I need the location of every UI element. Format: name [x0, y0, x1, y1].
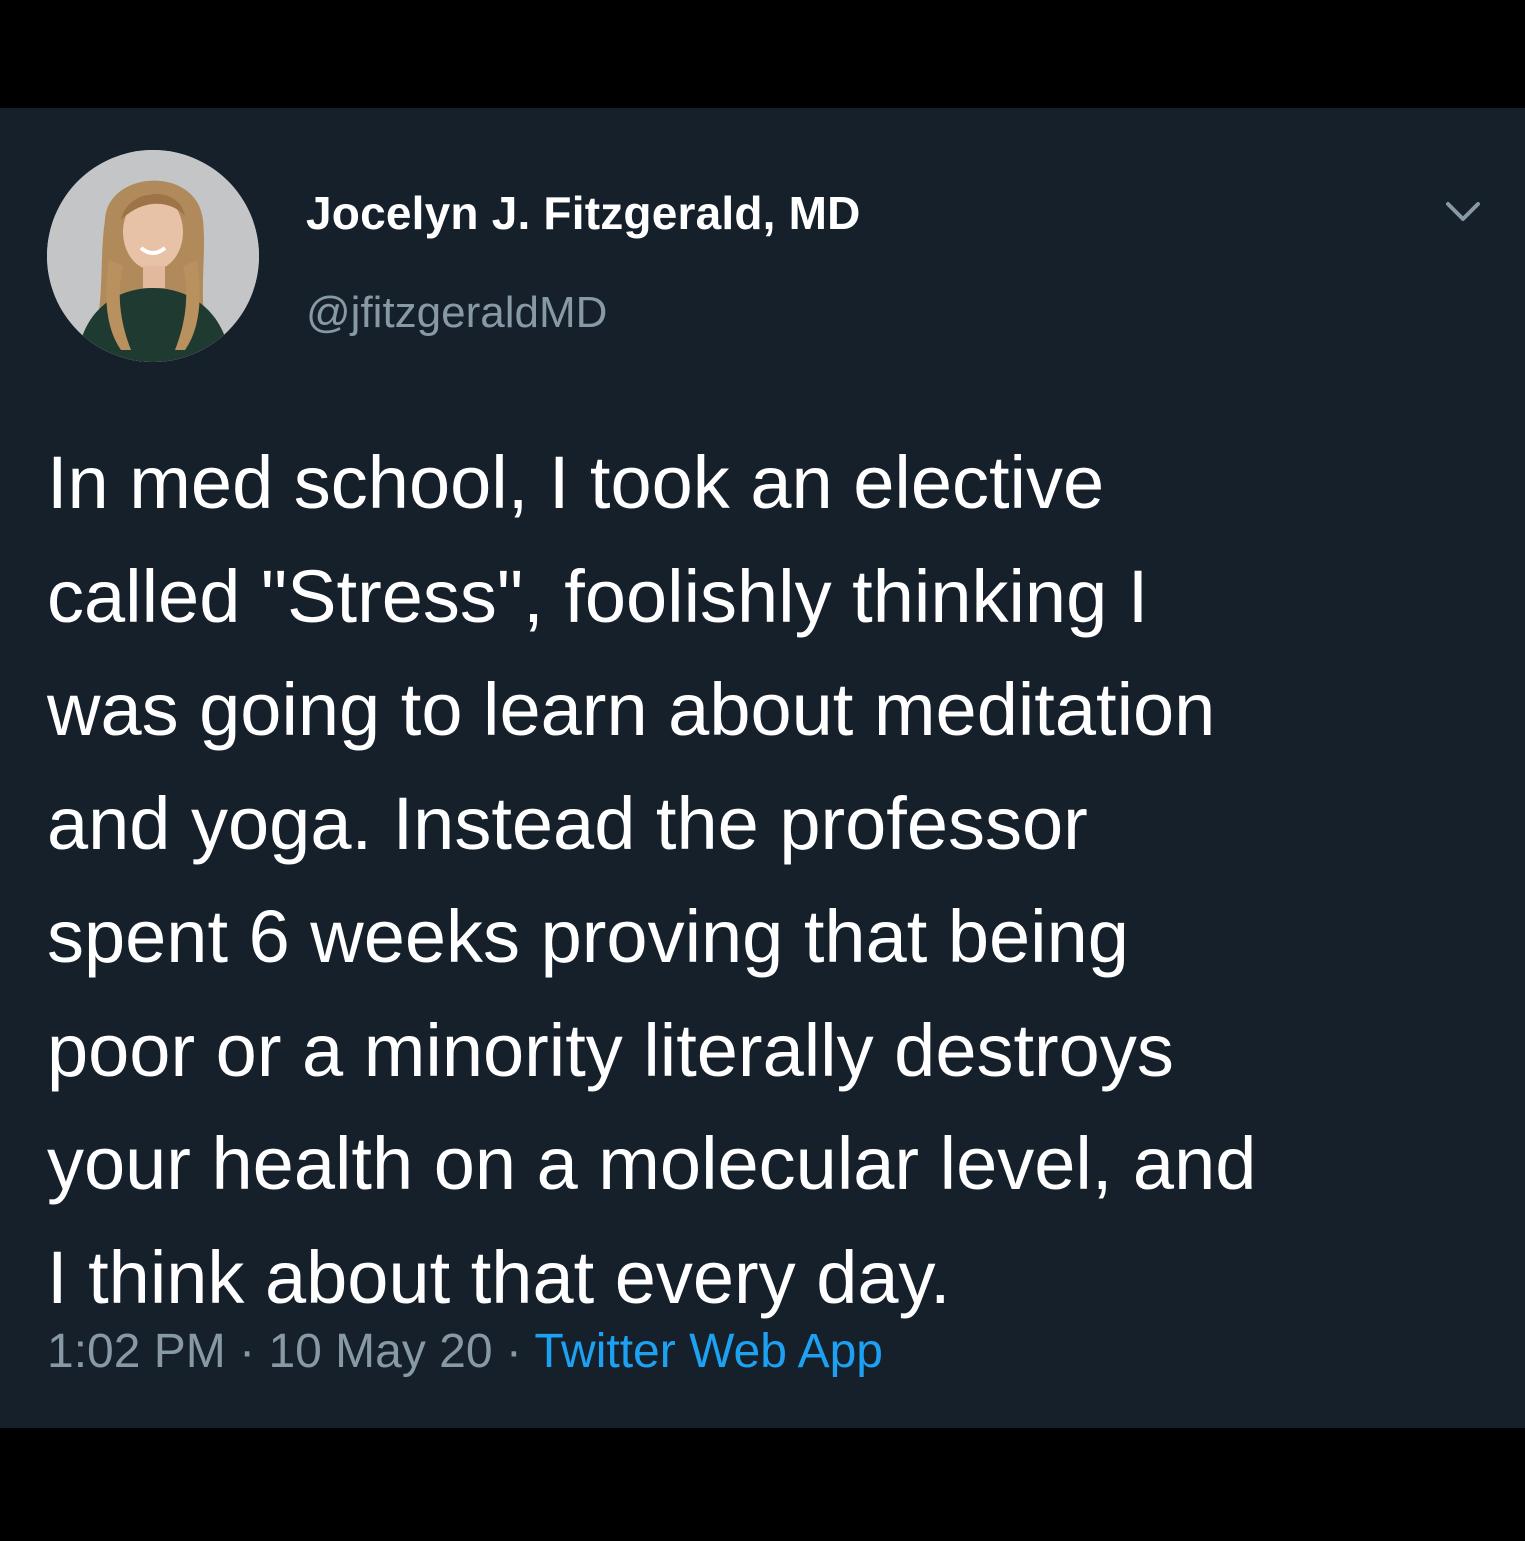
tweet-date[interactable]: 10 May 20: [268, 1325, 492, 1378]
display-name[interactable]: Jocelyn J. Fitzgerald, MD: [306, 186, 861, 240]
tweet-text-line: called "Stress", foolishly thinking I: [47, 554, 1149, 638]
tweet-text-line: was going to learn about meditation: [47, 668, 1216, 751]
chevron-down-icon: [1446, 202, 1480, 221]
avatar[interactable]: [47, 150, 259, 362]
tweet-menu-button[interactable]: [1438, 192, 1488, 232]
bottom-letterbox: [0, 1428, 1525, 1541]
tweet-time[interactable]: 1:02 PM: [47, 1325, 226, 1378]
tweet-card: Jocelyn J. Fitzgerald, MD @jfitzgeraldMD…: [0, 108, 1525, 1428]
meta-separator: ·: [239, 1325, 256, 1378]
tweet-text: In med school, I took an elective called…: [47, 426, 1487, 1334]
tweet-text-line: I think about that every day.: [47, 1235, 951, 1319]
tweet-text-line: In med school, I took an elective: [47, 441, 1105, 524]
user-handle[interactable]: @jfitzgeraldMD: [306, 288, 607, 338]
tweet-text-line: spent 6 weeks proving that being: [47, 895, 1129, 978]
profile-photo-icon: [47, 150, 259, 362]
tweet-text-line: and yoga. Instead the professor: [47, 781, 1088, 865]
tweet-text-line: your health on a molecular level, and: [47, 1122, 1257, 1205]
top-letterbox: [0, 0, 1525, 108]
tweet-text-line: poor or a minority literally destroys: [47, 1008, 1174, 1092]
tweet-source-link[interactable]: Twitter Web App: [534, 1325, 883, 1378]
meta-separator: ·: [505, 1325, 522, 1378]
tweet-metadata: 1:02 PM · 10 May 20 · Twitter Web App: [47, 1324, 883, 1379]
